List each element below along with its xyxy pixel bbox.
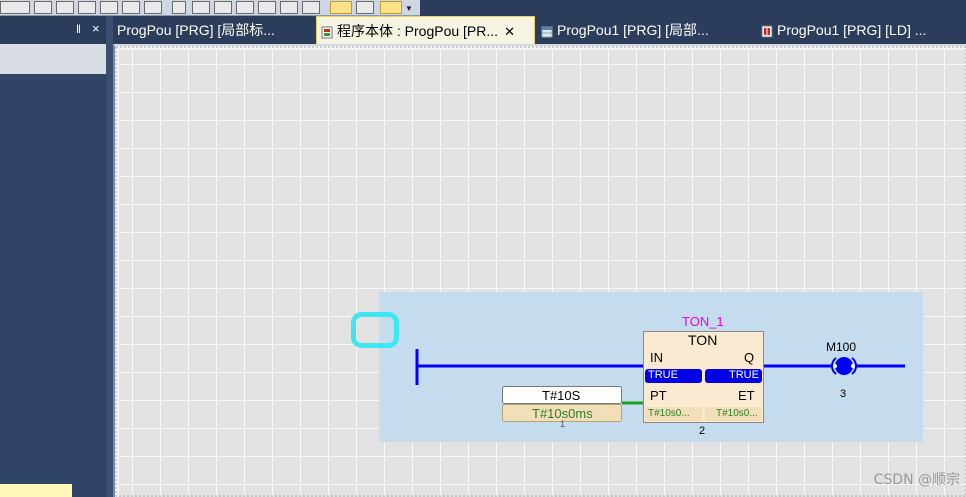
toolbar-button[interactable] xyxy=(258,1,276,14)
close-tab-icon[interactable]: ✕ xyxy=(504,24,515,39)
tab-label: ProgPou [PRG] [局部标... xyxy=(117,22,275,38)
pt-pin-label: PT xyxy=(650,388,667,403)
panel-toolbar xyxy=(0,44,106,74)
panel-status-strip xyxy=(0,484,72,497)
variable-table-icon xyxy=(541,26,553,38)
toolbar-button[interactable] xyxy=(236,1,254,14)
coil-name[interactable]: M100 xyxy=(826,340,856,354)
fb-number: 2 xyxy=(699,425,706,437)
toolbar-button[interactable] xyxy=(34,1,52,14)
toolbar-button[interactable] xyxy=(356,1,374,14)
ld-program-icon xyxy=(761,25,773,38)
toolbar-button[interactable] xyxy=(78,1,96,14)
q-pin-label: Q xyxy=(744,350,755,365)
tab-bar: ProgPou [PRG] [局部标... 程序本体 : ProgPou [PR… xyxy=(113,16,966,44)
panel-header: ‖ × xyxy=(0,16,106,44)
close-icon[interactable]: × xyxy=(92,22,100,36)
constant-number: 1 xyxy=(560,419,566,429)
coil-number: 3 xyxy=(840,388,847,400)
tab-label: 程序本体 : ProgPou [PR... xyxy=(337,23,499,39)
tab-progpou1-vars[interactable]: ProgPou1 [PRG] [局部... xyxy=(537,16,747,44)
toolbar-button[interactable] xyxy=(172,1,186,14)
tab-progpou-vars[interactable]: ProgPou [PRG] [局部标... xyxy=(113,16,311,44)
toolbar-button[interactable] xyxy=(214,1,232,14)
pin-icon[interactable]: ‖ xyxy=(76,22,81,36)
in-pin-value: TRUE xyxy=(648,369,678,381)
pt-pin-value: T#10s0... xyxy=(648,408,690,419)
left-panel: ‖ × xyxy=(0,16,106,497)
ld-editor-canvas[interactable]: TON_1 TON IN Q TRUE TRUE PT ET T#10s0...… xyxy=(113,44,966,497)
toolbar-button[interactable] xyxy=(302,1,320,14)
in-pin-label: IN xyxy=(650,350,663,365)
et-pin-value: T#10s0... xyxy=(716,408,758,419)
toolbar-button[interactable] xyxy=(330,1,352,14)
coil-icon xyxy=(835,357,853,375)
toolbar-button[interactable] xyxy=(280,1,298,14)
toolbar-button[interactable] xyxy=(56,1,74,14)
root: ▼ ‖ × ProgPou [PRG] [局部标... 程序本体 : ProgP… xyxy=(0,0,966,497)
toolbar-button[interactable] xyxy=(122,1,140,14)
tab-label: ProgPou1 [PRG] [局部... xyxy=(557,22,709,38)
constant-text[interactable]: T#10S xyxy=(542,388,580,403)
ld-diagram xyxy=(115,46,966,497)
panel-splitter[interactable] xyxy=(106,16,113,497)
tab-program-body[interactable]: 程序本体 : ProgPou [PR... ✕ xyxy=(316,16,535,44)
q-pin-value: TRUE xyxy=(729,369,759,381)
toolbar-button[interactable] xyxy=(380,1,402,14)
tab-progpou1-ld[interactable]: ProgPou1 [PRG] [LD] ... xyxy=(757,16,962,44)
toolbar-button[interactable] xyxy=(192,1,210,14)
toolbar-dropdown-icon[interactable]: ▼ xyxy=(405,4,413,13)
tab-label: ProgPou1 [PRG] [LD] ... xyxy=(777,22,927,38)
instance-name[interactable]: TON_1 xyxy=(682,314,724,329)
ld-program-icon xyxy=(321,26,333,39)
toolbar: ▼ xyxy=(0,0,420,16)
watermark: CSDN @顺宗 xyxy=(873,472,960,488)
toolbar-button[interactable] xyxy=(100,1,118,14)
toolbar-background xyxy=(420,0,966,16)
fb-type-label: TON xyxy=(688,332,718,348)
toolbar-button[interactable] xyxy=(144,1,162,14)
toolbar-button[interactable] xyxy=(0,1,30,14)
et-pin-label: ET xyxy=(738,388,755,403)
